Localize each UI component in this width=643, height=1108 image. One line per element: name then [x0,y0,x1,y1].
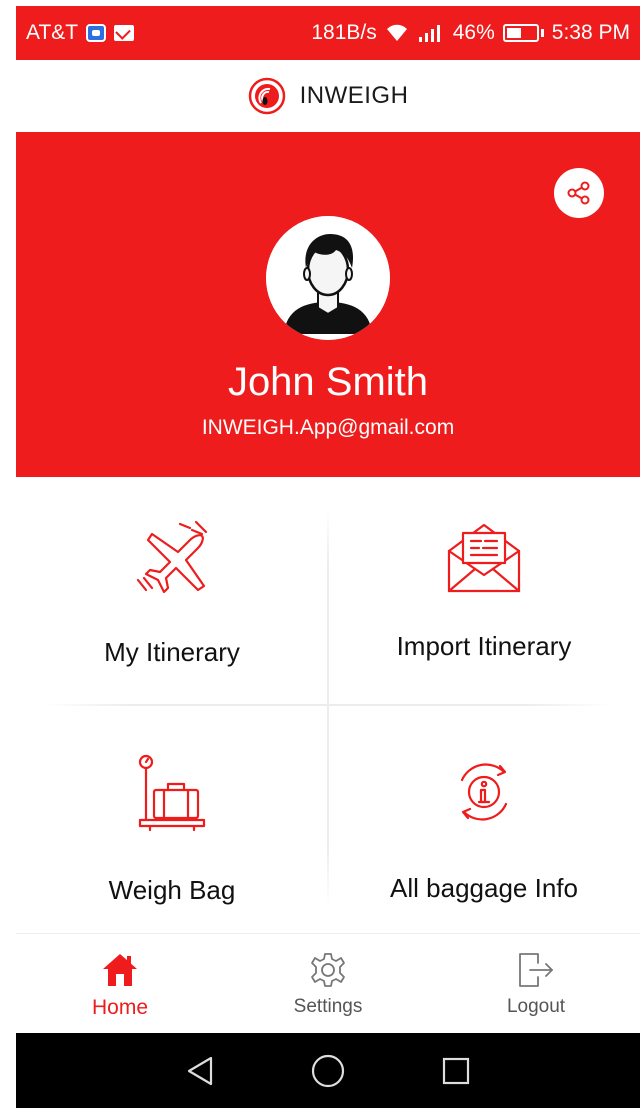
status-bar: AT&T 181B/s 46% 5:38 PM [16,6,640,60]
nav-label-settings: Settings [293,996,363,1017]
tile-label: Import Itinerary [396,631,572,661]
home-system-button[interactable] [308,1051,348,1091]
profile-banner: John Smith INWEIGH.App@gmail.com [16,132,640,477]
recents-button[interactable] [436,1051,476,1091]
back-triangle-icon [187,1056,213,1085]
wifi-icon [386,24,407,41]
envelope-icon [441,515,527,601]
tile-label: My Itinerary [104,637,240,667]
net-speed: 181B/s [311,21,377,44]
home-icon [100,950,140,990]
nav-item-settings[interactable]: Settings [224,934,432,1033]
mail-notification-icon [114,25,135,41]
tile-weigh-bag[interactable]: Weigh Bag [16,705,328,933]
app-title: INWEIGH [299,82,409,109]
logout-icon [516,950,556,990]
menu-grid: My Itinerary Import Itinerary Weigh Bag … [16,477,640,933]
airplane-icon [129,515,215,601]
profile-name: John Smith [227,360,429,404]
profile-email: INWEIGH.App@gmail.com [201,416,455,439]
back-button[interactable] [180,1051,220,1091]
signal-icon [418,25,440,42]
screen: AT&T 181B/s 46% 5:38 PM INWEIGH John Smi… [0,0,643,1108]
tile-my-itinerary[interactable]: My Itinerary [16,477,328,705]
nav-label-home: Home [91,996,149,1019]
battery-icon [502,24,539,42]
tile-all-baggage-info[interactable]: All baggage Info [328,705,640,933]
messenger-notification-icon [86,24,107,42]
status-right: 181B/s 46% 5:38 PM [311,21,630,45]
clock: 5:38 PM [551,21,630,44]
inweigh-logo-icon [248,77,285,115]
bottom-nav: Home Settings Logout [16,933,640,1033]
battery-percent: 46% [452,21,495,44]
status-left: AT&T [26,21,135,45]
user-avatar-icon [266,216,390,340]
tile-label: All baggage Info [390,873,578,903]
nav-item-logout[interactable]: Logout [432,934,640,1033]
battery-tip [540,29,544,37]
info-icon [441,749,527,835]
gear-icon [308,950,348,990]
share-icon [567,181,590,205]
tile-label: Weigh Bag [108,875,236,905]
share-button[interactable] [554,168,604,218]
frame-edge [0,6,16,1108]
home-circle-icon [311,1054,345,1087]
app-header: INWEIGH [16,60,640,132]
scale-luggage-icon [129,749,215,835]
system-nav-bar [16,1033,640,1108]
avatar[interactable] [266,216,390,340]
nav-item-home[interactable]: Home [16,934,224,1033]
recents-square-icon [442,1057,470,1084]
nav-label-logout: Logout [506,996,566,1017]
tile-import-itinerary[interactable]: Import Itinerary [328,477,640,705]
carrier-label: AT&T [26,21,79,44]
